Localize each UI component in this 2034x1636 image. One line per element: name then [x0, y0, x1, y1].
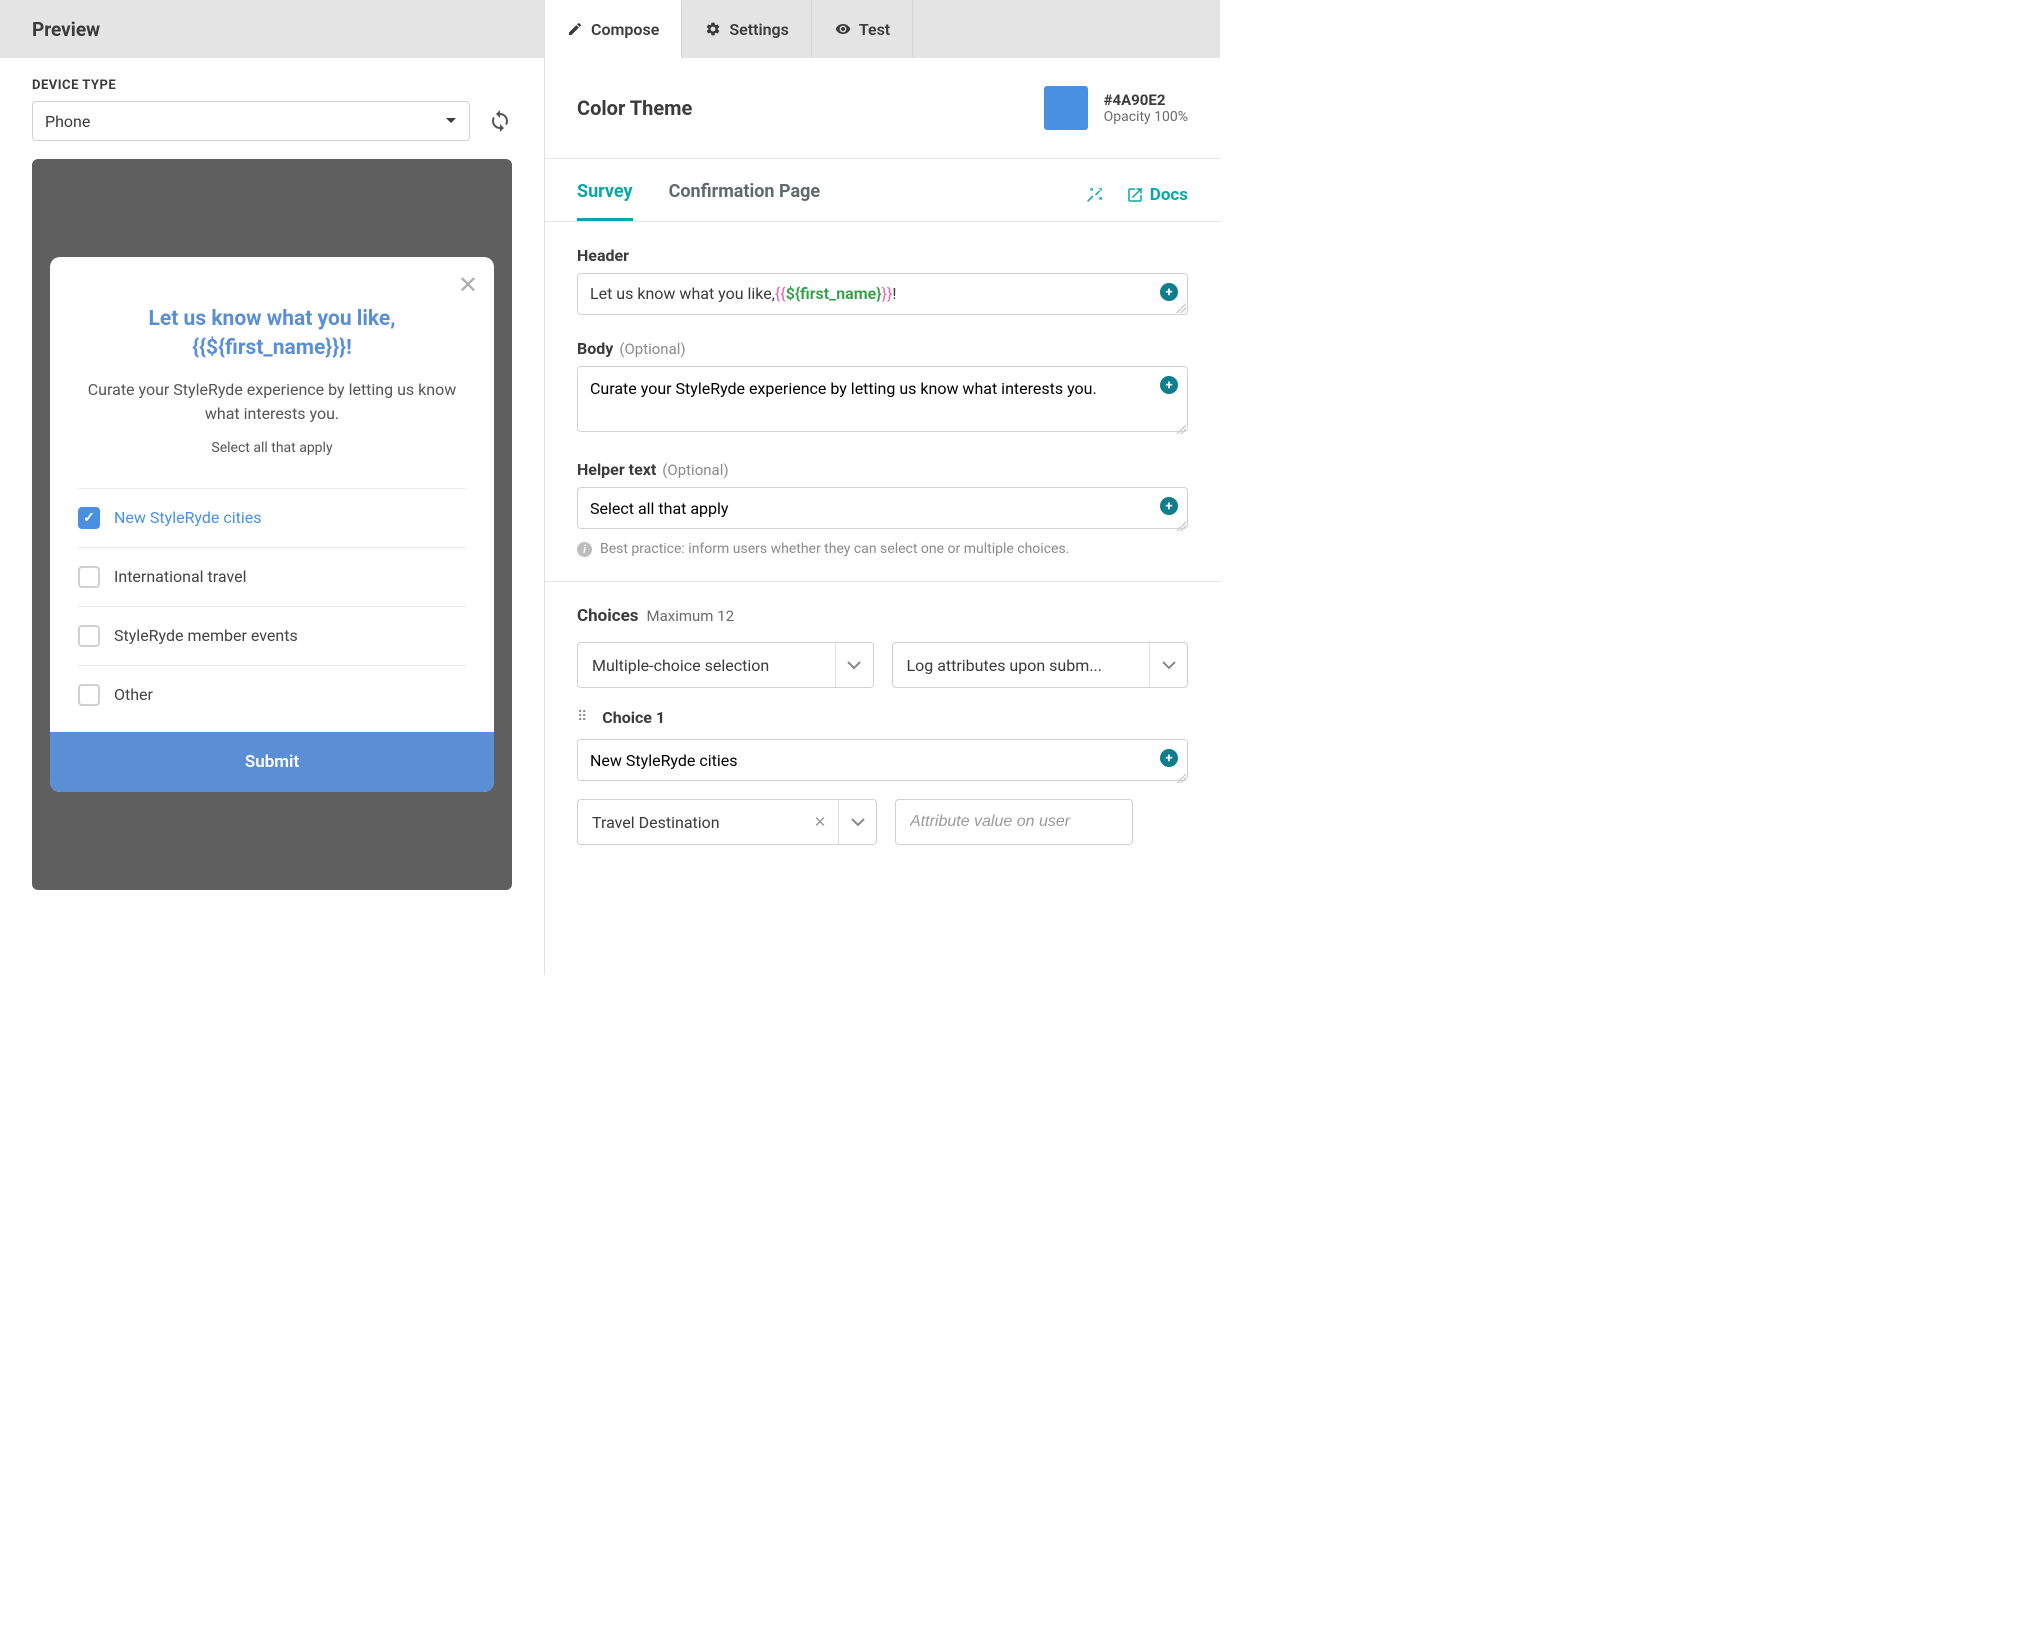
chevron-down-icon[interactable]	[835, 643, 873, 687]
survey-card: ✕ Let us know what you like, {{${first_n…	[50, 257, 494, 792]
survey-helper: Select all that apply	[78, 440, 466, 456]
survey-choice-list: New StyleRyde cities International trave…	[78, 488, 466, 724]
close-icon[interactable]: ✕	[458, 271, 478, 299]
survey-title: Let us know what you like, {{${first_nam…	[78, 305, 466, 364]
survey-choice[interactable]: New StyleRyde cities	[78, 489, 466, 548]
clear-icon[interactable]: ✕	[802, 800, 838, 844]
choice-1-attribute-value: Travel Destination	[578, 800, 802, 844]
external-link-icon	[1126, 186, 1144, 204]
magic-wand-icon[interactable]	[1086, 186, 1104, 204]
preview-title: Preview	[32, 18, 100, 41]
choice-1-title: Choice 1	[602, 708, 665, 727]
checkbox-icon[interactable]	[78, 684, 100, 706]
body-input[interactable]	[577, 366, 1188, 432]
device-type-value: Phone	[45, 112, 90, 131]
log-attributes-value: Log attributes upon subm...	[893, 643, 1150, 687]
chevron-down-icon[interactable]	[1149, 643, 1187, 687]
color-swatch[interactable]	[1044, 86, 1088, 130]
color-theme-row: Color Theme #4A90E2 Opacity 100%	[545, 58, 1220, 159]
tab-test[interactable]: Test	[812, 0, 913, 58]
checkbox-icon[interactable]	[78, 507, 100, 529]
body-label: Body	[577, 339, 613, 358]
choice-label: New StyleRyde cities	[114, 508, 262, 527]
drag-handle-icon[interactable]: ⠿	[577, 713, 588, 721]
add-variable-icon[interactable]: +	[1160, 283, 1178, 301]
choices-title: Choices	[577, 606, 639, 626]
refresh-icon[interactable]	[488, 109, 512, 133]
color-opacity: Opacity 100%	[1104, 109, 1188, 125]
choice-1-input[interactable]	[577, 739, 1188, 781]
helper-optional: (Optional)	[662, 461, 728, 479]
main-tabs: Compose Settings Test	[545, 0, 1220, 58]
add-variable-icon[interactable]: +	[1160, 497, 1178, 515]
checkbox-icon[interactable]	[78, 566, 100, 588]
phone-preview-frame: ✕ Let us know what you like, {{${first_n…	[32, 159, 512, 890]
selection-type-value: Multiple-choice selection	[578, 643, 835, 687]
survey-choice[interactable]: Other	[78, 666, 466, 724]
log-attributes-select[interactable]: Log attributes upon subm...	[892, 642, 1189, 688]
choice-1-attribute-select[interactable]: Travel Destination ✕	[577, 799, 877, 845]
caret-down-icon	[445, 117, 457, 125]
device-type-select[interactable]: Phone	[32, 101, 470, 141]
add-variable-icon[interactable]: +	[1160, 376, 1178, 394]
info-icon: i	[577, 542, 592, 557]
header-label: Header	[577, 246, 1188, 265]
tab-compose[interactable]: Compose	[545, 0, 682, 58]
survey-choice[interactable]: StyleRyde member events	[78, 607, 466, 666]
sub-tab-survey[interactable]: Survey	[577, 181, 633, 221]
checkbox-icon[interactable]	[78, 625, 100, 647]
sub-tab-confirmation[interactable]: Confirmation Page	[669, 181, 821, 221]
choice-1-attribute-value-input[interactable]	[895, 799, 1133, 845]
tab-compose-label: Compose	[591, 20, 659, 39]
device-type-label: DEVICE TYPE	[32, 78, 512, 93]
eye-icon	[835, 21, 851, 37]
docs-link[interactable]: Docs	[1126, 185, 1188, 205]
tab-test-label: Test	[859, 20, 890, 39]
helper-label: Helper text	[577, 460, 656, 479]
gear-icon	[705, 21, 721, 37]
docs-label: Docs	[1150, 185, 1188, 205]
survey-body: Curate your StyleRyde experience by lett…	[78, 378, 466, 426]
helper-input[interactable]	[577, 487, 1188, 529]
choice-label: StyleRyde member events	[114, 626, 298, 645]
choice-label: Other	[114, 685, 153, 704]
header-input[interactable]: Let us know what you like, {{${first_nam…	[577, 273, 1188, 315]
tab-settings-label: Settings	[729, 20, 789, 39]
add-variable-icon[interactable]: +	[1160, 749, 1178, 767]
tab-settings[interactable]: Settings	[682, 0, 812, 58]
selection-type-select[interactable]: Multiple-choice selection	[577, 642, 874, 688]
color-hex: #4A90E2	[1104, 91, 1188, 109]
color-theme-title: Color Theme	[577, 96, 692, 120]
survey-choice[interactable]: International travel	[78, 548, 466, 607]
preview-header: Preview	[0, 0, 544, 58]
body-optional: (Optional)	[619, 340, 685, 358]
device-type-field: DEVICE TYPE Phone	[32, 78, 512, 141]
editor-pane: Compose Settings Test Color Theme #4A90E…	[545, 0, 1220, 975]
helper-hint: Best practice: inform users whether they…	[600, 541, 1069, 557]
choice-label: International travel	[114, 567, 246, 586]
pencil-icon	[567, 21, 583, 37]
preview-pane: Preview DEVICE TYPE Phone ✕	[0, 0, 545, 975]
submit-button[interactable]: Submit	[50, 732, 494, 792]
chevron-down-icon[interactable]	[838, 800, 876, 844]
choices-max: Maximum 12	[647, 607, 735, 625]
